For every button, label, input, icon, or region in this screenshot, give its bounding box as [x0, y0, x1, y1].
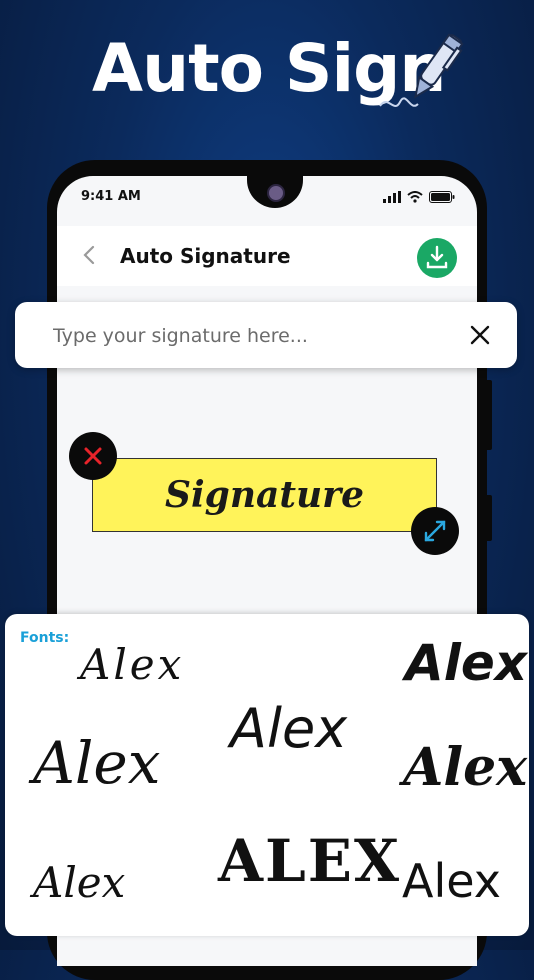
font-option-1[interactable]: Alex: [80, 644, 184, 686]
signature-text: Signature: [164, 474, 365, 516]
close-icon[interactable]: [469, 324, 491, 346]
font-option-6[interactable]: Alex: [33, 862, 125, 904]
status-bar: 9:41 AM: [57, 188, 477, 208]
signature-input[interactable]: [51, 320, 455, 352]
font-option-8[interactable]: Alex: [402, 858, 501, 904]
phone-side-button: [484, 380, 492, 450]
fonts-panel: Fonts: Alex Alex Alex Alex Alex Alex ALE…: [5, 614, 529, 936]
resize-signature-button[interactable]: [411, 507, 459, 555]
signature-box[interactable]: Signature: [92, 458, 437, 532]
font-option-7[interactable]: ALEX: [218, 832, 401, 890]
signal-icon: [383, 191, 401, 203]
download-icon: [426, 245, 448, 269]
wifi-icon: [407, 191, 423, 203]
delete-x-icon: [84, 447, 102, 465]
download-button[interactable]: [417, 238, 457, 278]
fonts-label: Fonts:: [20, 630, 70, 646]
font-option-2[interactable]: Alex: [405, 638, 527, 688]
font-option-4[interactable]: Alex: [230, 702, 347, 756]
resize-arrows-icon: [424, 520, 446, 542]
battery-icon: [429, 191, 455, 203]
pen-icon: [379, 33, 464, 107]
font-option-3[interactable]: Alex: [33, 734, 160, 792]
status-time: 9:41 AM: [81, 189, 141, 204]
back-chevron-icon[interactable]: [79, 244, 101, 266]
signature-input-card: [15, 302, 517, 368]
app-title: Auto Signature: [120, 244, 291, 268]
font-option-5[interactable]: Alex: [403, 742, 527, 794]
app-bar: Auto Signature: [57, 226, 477, 286]
phone-side-button-2: [484, 495, 492, 541]
delete-signature-button[interactable]: [69, 432, 117, 480]
